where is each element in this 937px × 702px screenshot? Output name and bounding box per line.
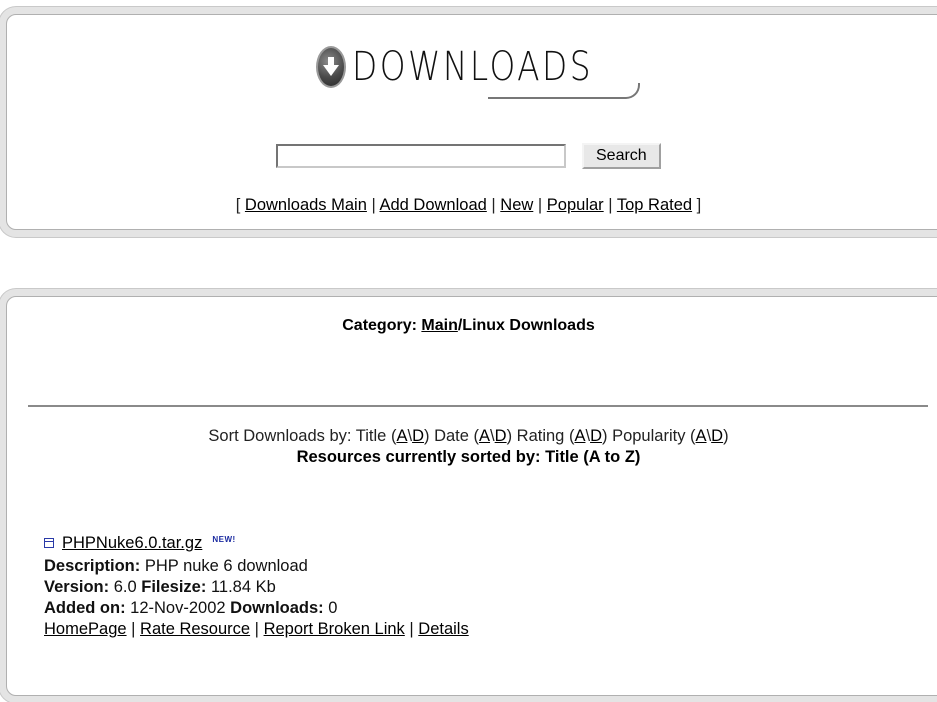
version-label: Version: (44, 578, 110, 596)
sort-label: Rating (516, 427, 565, 445)
filesize-label: Filesize: (141, 578, 207, 596)
nav-separator: | (371, 196, 376, 214)
report-broken-link[interactable]: Report Broken Link (264, 620, 405, 638)
sort-option-date: Date (A\D) (434, 427, 513, 445)
download-arrow-icon (316, 46, 347, 88)
description-value: PHP nuke 6 download (144, 557, 308, 575)
category-main-link[interactable]: Main (421, 317, 457, 334)
entry-actions: HomePage | Rate Resource | Report Broken… (44, 620, 469, 638)
nav-open-bracket: [ (235, 196, 241, 214)
download-entry: PHPNuke6.0.tar.gz NEW! Description: PHP n… (44, 533, 469, 640)
sort-option-popularity: Popularity (A\D) (612, 427, 729, 445)
sort-rating-asc[interactable]: A (574, 427, 585, 445)
sort-options: Sort Downloads by: Title (A\D) Date (A\D… (0, 427, 937, 446)
sort-option-rating: Rating (A\D) (516, 427, 608, 445)
entry-title-link[interactable]: PHPNuke6.0.tar.gz (62, 534, 202, 552)
description-label: Description: (44, 557, 141, 575)
file-icon (44, 538, 54, 548)
sort-title-desc[interactable]: D (412, 427, 424, 445)
nav-link-downloads-main[interactable]: Downloads Main (245, 196, 367, 214)
details-link[interactable]: Details (418, 620, 468, 638)
downloads-logo: DOWNLOADS (316, 39, 646, 99)
version-value: 6.0 (113, 578, 137, 596)
nav-close-bracket: ] (696, 196, 702, 214)
homepage-link[interactable]: HomePage (44, 620, 127, 638)
entry-description: Description: PHP nuke 6 download (44, 556, 469, 577)
sort-popularity-desc[interactable]: D (711, 427, 723, 445)
entry-version-size: Version: 6.0 Filesize: 11.84 Kb (44, 577, 469, 598)
entry-title-row: PHPNuke6.0.tar.gz NEW! (44, 533, 469, 556)
category-title: Category: Main/Linux Downloads (0, 317, 937, 335)
category-path: /Linux Downloads (457, 317, 595, 334)
nav-separator: | (491, 196, 496, 214)
sort-date-desc[interactable]: D (495, 427, 507, 445)
sort-label: Title (355, 427, 387, 445)
new-badge: NEW! (212, 535, 236, 544)
filesize-value: 11.84 Kb (210, 578, 276, 596)
entry-added-downloads: Added on: 12-Nov-2002 Downloads: 0 (44, 598, 469, 619)
added-label: Added on: (44, 599, 126, 617)
downloads-label: Downloads: (230, 599, 324, 617)
nav-link-popular[interactable]: Popular (547, 196, 604, 214)
search-input[interactable] (276, 144, 566, 168)
nav-link-top-rated[interactable]: Top Rated (617, 196, 692, 214)
nav-link-new[interactable]: New (500, 196, 533, 214)
sort-label: Popularity (612, 427, 686, 445)
sort-popularity-asc[interactable]: A (696, 427, 707, 445)
logo-swoosh (488, 83, 640, 99)
sort-prefix: Sort Downloads by: (208, 427, 352, 445)
rate-resource-link[interactable]: Rate Resource (140, 620, 250, 638)
nav-link-add-download[interactable]: Add Download (379, 196, 486, 214)
sort-date-asc[interactable]: A (479, 427, 490, 445)
sort-title-asc[interactable]: A (396, 427, 407, 445)
added-value: 12-Nov-2002 (130, 599, 226, 617)
current-sort: Resources currently sorted by: Title (A … (296, 448, 641, 466)
search-row: Search (276, 143, 661, 169)
logo-text: DOWNLOADS (352, 44, 594, 90)
nav-separator: | (537, 196, 543, 214)
sort-rating-desc[interactable]: D (590, 427, 602, 445)
nav-separator: | (608, 196, 613, 214)
downloads-nav: [ Downloads Main | Add Download | New | … (0, 196, 937, 215)
downloads-value: 0 (328, 599, 338, 617)
sort-option-title: Title (A\D) (355, 427, 430, 445)
category-prefix: Category: (342, 317, 417, 334)
category-divider (28, 405, 928, 407)
sort-label: Date (434, 427, 469, 445)
search-button[interactable]: Search (582, 143, 661, 169)
